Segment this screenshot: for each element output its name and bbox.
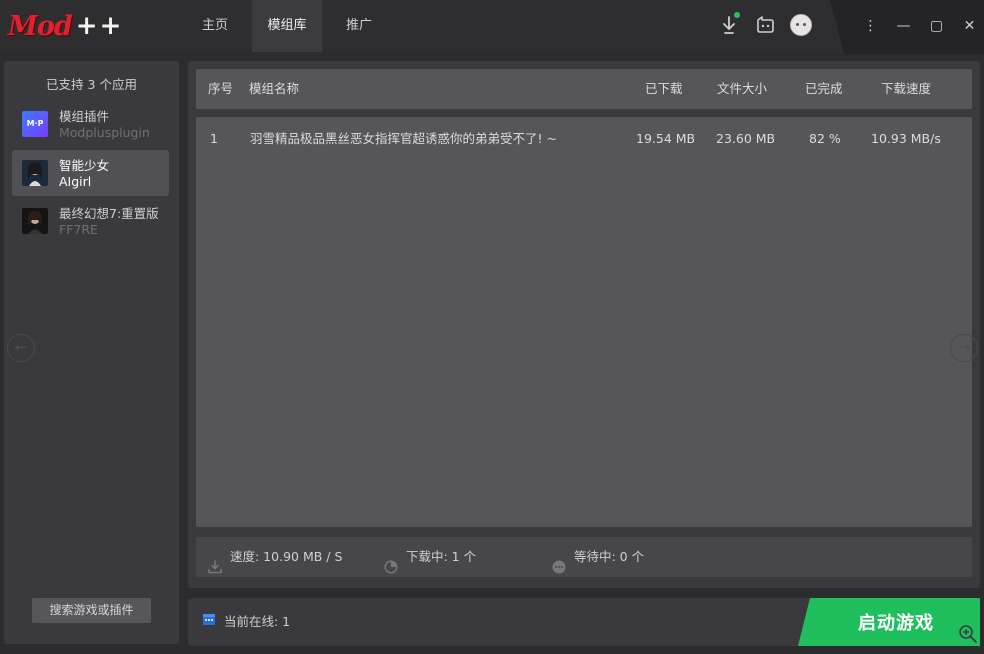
row-speed: 10.93 MB/s (871, 131, 941, 146)
launch-game-button[interactable]: 启动游戏 (798, 598, 980, 646)
avatar (790, 14, 812, 36)
row-name: 羽雪精品极品黑丝恶女指挥官超诱惑你的弟弟受不了! ~ (250, 131, 557, 146)
tab-home[interactable]: 主页 (190, 0, 240, 52)
sidebar-item-modplusplugin[interactable]: M·P 模组插件 Modplusplugin (12, 101, 169, 147)
status-speed: 速度: 10.90 MB / S (208, 537, 342, 577)
user-avatar[interactable] (790, 14, 812, 36)
app-name: 智能少女 (59, 158, 110, 173)
app-logo: Mod ++ (8, 8, 123, 44)
window-controls: ⋮ — ▢ ✕ (854, 16, 984, 36)
app-name: 模组插件 (59, 109, 110, 124)
toolbar-icons (718, 12, 812, 36)
sidebar-header: 已支持 3 个应用 (46, 77, 137, 92)
col-speed: 下载速度 (881, 81, 932, 96)
table-row[interactable]: 1 羽雪精品极品黑丝恶女指挥官超诱惑你的弟弟受不了! ~ 19.54 MB 23… (196, 117, 972, 161)
download-icon[interactable] (718, 12, 740, 36)
close-icon[interactable]: ✕ (953, 16, 984, 36)
status-waiting-text: 等待中: 0 个 (574, 549, 645, 564)
logo-plus: ++ (75, 11, 124, 41)
row-index: 1 (210, 131, 218, 146)
tab-mod-library[interactable]: 模组库 (252, 0, 322, 52)
arrow-right-icon[interactable]: → (950, 334, 978, 362)
download-panel: 序号 模组名称 已下载 文件大小 已完成 下载速度 1 羽雪精品极品黑丝恶女指挥… (188, 61, 980, 588)
maximize-icon[interactable]: ▢ (920, 16, 953, 36)
col-downloaded: 已下载 (645, 81, 683, 96)
online-count: 当前在线: 1 (224, 614, 291, 629)
svg-text:M·P: M·P (27, 119, 44, 128)
online-status: 当前在线: 1 (202, 598, 290, 646)
col-name: 模组名称 (249, 81, 300, 96)
app-subtitle: FF7RE (59, 222, 98, 237)
col-index: 序号 (208, 81, 234, 96)
col-size: 文件大小 (717, 81, 768, 96)
logo-text: Mod (8, 10, 73, 42)
download-list: 1 羽雪精品极品黑丝恶女指挥官超诱惑你的弟弟受不了! ~ 19.54 MB 23… (196, 117, 972, 527)
waiting-icon (552, 550, 566, 574)
main-nav: 主页 模组库 推广 (190, 0, 372, 52)
chat-icon[interactable] (754, 14, 776, 36)
table-header: 序号 模组名称 已下载 文件大小 已完成 下载速度 (196, 69, 972, 109)
ff7-icon (22, 208, 48, 234)
minimize-icon[interactable]: — (887, 16, 920, 36)
row-size: 23.60 MB (716, 131, 776, 146)
tab-promotion[interactable]: 推广 (322, 0, 372, 52)
row-downloaded: 19.54 MB (636, 131, 696, 146)
search-games-button[interactable]: 搜索游戏或插件 (32, 598, 151, 623)
status-bar: 速度: 10.90 MB / S 下载中: 1 个 等待中: 0 个 (196, 537, 972, 577)
mpp-icon: M·P (22, 111, 48, 137)
status-waiting: 等待中: 0 个 (552, 537, 644, 577)
app-subtitle: Modplusplugin (59, 125, 150, 140)
arrow-left-icon[interactable]: ← (7, 334, 35, 362)
col-completed: 已完成 (805, 81, 843, 96)
notification-dot (734, 12, 740, 18)
status-downloading-text: 下载中: 1 个 (406, 549, 477, 564)
app-name: 最终幻想7:重置版 (59, 206, 159, 221)
row-completed: 82 % (809, 131, 841, 146)
aigirl-icon (22, 160, 48, 186)
zoom-icon[interactable] (958, 624, 978, 644)
progress-pie-icon (384, 550, 398, 574)
download-speed-icon (208, 550, 222, 574)
more-menu-icon[interactable]: ⋮ (854, 16, 887, 36)
calendar-icon (202, 598, 216, 646)
sidebar-item-aigirl[interactable]: 智能少女 AIgirl (12, 150, 169, 196)
status-downloading: 下载中: 1 个 (384, 537, 476, 577)
bottom-bar: 当前在线: 1 启动游戏 (188, 598, 980, 646)
app-subtitle: AIgirl (59, 174, 92, 189)
status-speed-text: 速度: 10.90 MB / S (230, 549, 343, 564)
sidebar-item-ff7re[interactable]: 最终幻想7:重置版 FF7RE (12, 198, 169, 244)
